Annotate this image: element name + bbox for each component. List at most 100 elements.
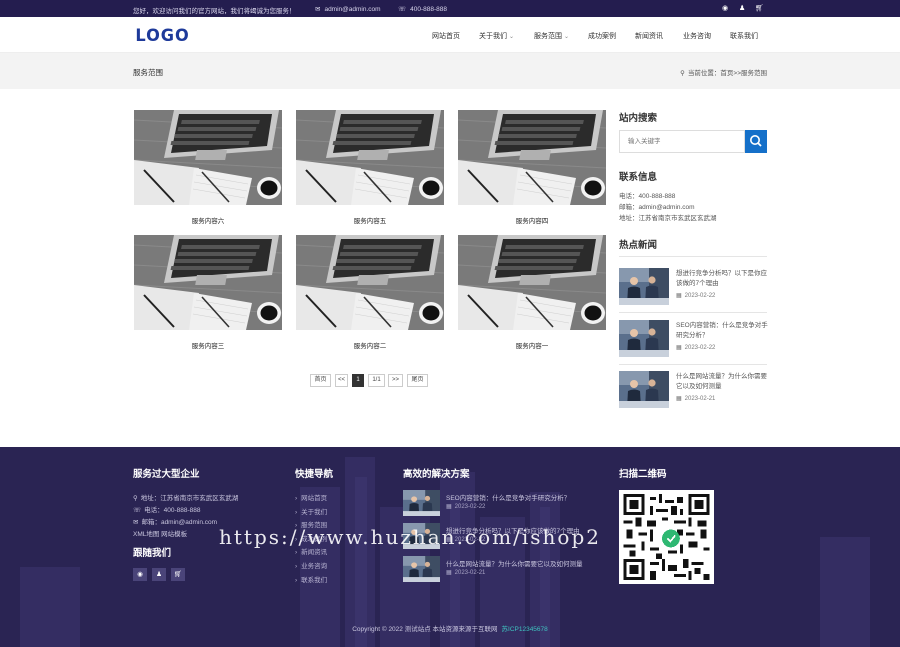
weibo-icon[interactable]: ◉ bbox=[133, 568, 147, 581]
news-thumbnail-wrap[interactable] bbox=[619, 268, 669, 305]
solution-date: ▦ 2023-02-22 bbox=[446, 503, 485, 510]
news-title[interactable]: 想进行竞争分析吗？以下是你应该做的7个理由 bbox=[676, 269, 768, 289]
chevron-right-icon: › bbox=[295, 576, 298, 584]
chevron-down-icon: ⌄ bbox=[564, 34, 570, 40]
service-image-wrap[interactable] bbox=[134, 110, 282, 205]
pager-current[interactable]: 1 bbox=[352, 374, 364, 387]
service-image-wrap[interactable] bbox=[296, 110, 444, 205]
phone-icon: ☏ bbox=[133, 507, 142, 514]
page-title: 服务范围 bbox=[133, 68, 163, 77]
footer-link-label: 关于我们 bbox=[301, 508, 328, 516]
news-thumbnail bbox=[619, 371, 669, 408]
footer-address: ⚲ 地址：江苏省南京市玄武区玄武湖 bbox=[133, 492, 238, 502]
site-logo[interactable]: LOGO bbox=[135, 26, 189, 46]
topbar-phone-text: 400-888-888 bbox=[410, 6, 448, 13]
footer-link[interactable]: › 联系我们 bbox=[295, 574, 327, 584]
footer-phone: ☏ 电话：400-888-888 bbox=[133, 504, 201, 514]
calendar-icon: ▦ bbox=[446, 504, 452, 510]
service-card[interactable]: 服务内容三 bbox=[134, 235, 282, 350]
service-card[interactable]: 服务内容二 bbox=[296, 235, 444, 350]
pager-next[interactable]: >> bbox=[388, 374, 403, 387]
hot-news-title: 热点新闻 bbox=[619, 240, 658, 251]
nav-home[interactable]: 网站首页 bbox=[432, 31, 460, 41]
chevron-down-icon: ⌄ bbox=[509, 34, 515, 40]
service-label[interactable]: 服务内容六 bbox=[134, 215, 282, 225]
service-label[interactable]: 服务内容二 bbox=[296, 340, 444, 350]
service-image-wrap[interactable] bbox=[296, 235, 444, 330]
breadcrumb-text[interactable]: 当前位置：首页>>服务范围 bbox=[688, 70, 767, 77]
solution-thumbnail-wrap[interactable] bbox=[403, 556, 440, 582]
watermark-text: https://www.huzhan.com/ishop2 bbox=[219, 525, 601, 549]
solution-thumbnail-wrap[interactable] bbox=[403, 490, 440, 516]
nav-news[interactable]: 新闻资讯 bbox=[635, 31, 663, 41]
follow-title: 跟随我们 bbox=[133, 548, 172, 559]
pager-last[interactable]: 尾页 bbox=[407, 374, 428, 387]
news-date: ▦ 2023-02-21 bbox=[676, 395, 715, 402]
chevron-right-icon: › bbox=[295, 508, 298, 516]
service-label[interactable]: 服务内容一 bbox=[458, 340, 606, 350]
cart-icon[interactable]: 🛒︎ bbox=[171, 568, 185, 581]
news-date-text: 2023-02-22 bbox=[684, 293, 716, 299]
phone-icon: ☏ bbox=[398, 6, 407, 13]
service-image-wrap[interactable] bbox=[134, 235, 282, 330]
nav-about[interactable]: 关于我们 ⌄ bbox=[479, 31, 514, 41]
pager-first[interactable]: 首页 bbox=[310, 374, 331, 387]
footer-email: ✉ 邮箱：admin@admin.com bbox=[133, 516, 217, 526]
service-label[interactable]: 服务内容三 bbox=[134, 340, 282, 350]
search-input[interactable] bbox=[620, 131, 744, 152]
news-thumbnail bbox=[403, 556, 440, 582]
footer-link[interactable]: › 关于我们 bbox=[295, 506, 327, 516]
service-label[interactable]: 服务内容四 bbox=[458, 215, 606, 225]
pager-info: 1/1 bbox=[368, 374, 385, 387]
beian-link[interactable]: 苏ICP12345678 bbox=[502, 626, 548, 633]
footer-link[interactable]: › 网站首页 bbox=[295, 492, 327, 502]
top-bar: 您好，欢迎访问我们的官方网站，我们将竭诚为您服务！ ✉ admin@admin.c… bbox=[0, 0, 900, 17]
topbar-email: ✉ admin@admin.com bbox=[315, 5, 381, 13]
nav-contact[interactable]: 联系我们 bbox=[730, 31, 758, 41]
news-title[interactable]: SEO内容营销：什么是竞争对手研究分析？ bbox=[676, 321, 768, 341]
news-thumbnail-wrap[interactable] bbox=[619, 371, 669, 408]
news-thumbnail-wrap[interactable] bbox=[619, 320, 669, 357]
nav-consult[interactable]: 业务咨询 bbox=[683, 31, 711, 41]
news-date: ▦ 2023-02-22 bbox=[676, 344, 715, 351]
weibo-icon[interactable]: ◉ bbox=[722, 4, 728, 12]
qr-title: 扫描二维码 bbox=[619, 469, 667, 480]
nav-cases[interactable]: 成功案例 bbox=[588, 31, 616, 41]
service-label[interactable]: 服务内容五 bbox=[296, 215, 444, 225]
service-card[interactable]: 服务内容一 bbox=[458, 235, 606, 350]
qq-icon[interactable]: ♟ bbox=[152, 568, 166, 581]
footer-link-label: 联系我们 bbox=[301, 576, 328, 584]
service-image-wrap[interactable] bbox=[458, 235, 606, 330]
footer-email-text: 邮箱：admin@admin.com bbox=[141, 519, 218, 526]
qr-code-image bbox=[619, 490, 714, 584]
footer-link[interactable]: › 业务咨询 bbox=[295, 560, 327, 570]
topbar-phone: ☏ 400-888-888 bbox=[398, 5, 447, 13]
service-image-wrap[interactable] bbox=[458, 110, 606, 205]
solution-title[interactable]: 什么是网站流量？为什么你需要它以及如何测量 bbox=[446, 558, 583, 568]
search-button[interactable] bbox=[745, 130, 767, 153]
cart-icon[interactable]: 🛒︎ bbox=[755, 4, 764, 12]
welcome-text: 您好，欢迎访问我们的官方网站，我们将竭诚为您服务！ bbox=[133, 8, 296, 15]
footer-phone-text: 电话：400-888-888 bbox=[144, 507, 201, 514]
pager-prev[interactable]: << bbox=[335, 374, 348, 387]
footer-company-title: 服务过大型企业 bbox=[133, 469, 200, 480]
qq-icon[interactable]: ♟ bbox=[739, 4, 745, 12]
solution-title[interactable]: SEO内容营销：什么是竞争对手研究分析？ bbox=[446, 492, 570, 502]
service-card[interactable]: 服务内容六 bbox=[134, 110, 282, 225]
nav-services[interactable]: 服务范围 ⌄ bbox=[534, 31, 569, 41]
search-icon bbox=[750, 135, 762, 147]
news-title[interactable]: 什么是网站流量？为什么你需要它以及如何测量 bbox=[676, 372, 768, 392]
service-card[interactable]: 服务内容四 bbox=[458, 110, 606, 225]
solution-date: ▦ 2023-02-21 bbox=[446, 569, 485, 576]
solutions-title: 高效的解决方案 bbox=[403, 469, 470, 480]
service-image bbox=[458, 235, 606, 330]
footer-sitemap[interactable]: XML地图 网站模板 bbox=[133, 528, 187, 538]
service-card[interactable]: 服务内容五 bbox=[296, 110, 444, 225]
location-icon: ⚲ bbox=[133, 495, 138, 502]
calendar-icon: ▦ bbox=[676, 293, 682, 299]
news-date: ▦ 2023-02-22 bbox=[676, 292, 715, 299]
location-icon: ⚲ bbox=[680, 70, 685, 77]
divider bbox=[619, 364, 767, 365]
chevron-right-icon: › bbox=[295, 563, 298, 570]
service-image bbox=[134, 235, 282, 330]
